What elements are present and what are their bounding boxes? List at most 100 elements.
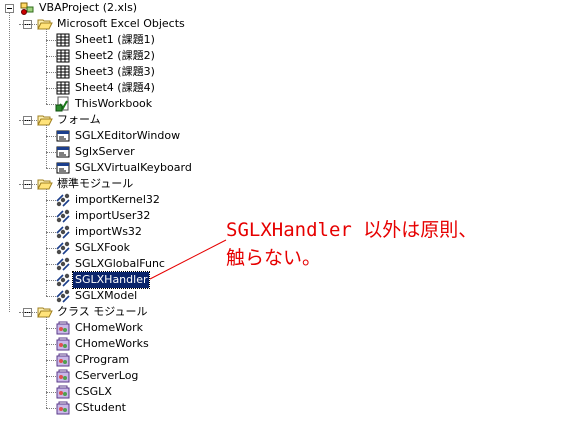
class-module-icon — [55, 400, 71, 416]
tree-connector-line — [46, 29, 47, 104]
folder-open-icon — [37, 16, 53, 32]
tree-folder[interactable]: 標準モジュール — [0, 176, 400, 192]
tree-item-label: ThisWorkbook — [75, 97, 153, 110]
tree-item-label: Sheet1 (課題1) — [75, 33, 155, 46]
tree-item-label: CHomeWork — [75, 321, 144, 334]
module-icon — [55, 288, 71, 304]
tree-item-label: importKernel32 — [75, 193, 160, 206]
annotation-callout: SGLXHandler 以外は原則、 触らない。 — [226, 219, 478, 269]
tree-item-label: 標準モジュール — [57, 177, 134, 190]
tree-connector-line — [46, 232, 56, 233]
module-icon — [55, 272, 71, 288]
tree-folder[interactable]: Microsoft Excel Objects — [0, 16, 400, 32]
tree-item[interactable]: SGLXModel — [0, 288, 400, 304]
tree-item-label: SGLXModel — [75, 289, 138, 302]
tree-connector-line — [9, 13, 10, 312]
folder-open-icon — [37, 176, 53, 192]
tree-connector-line — [46, 408, 56, 409]
tree-item-label: importUser32 — [75, 209, 151, 222]
tree-connector-line — [19, 120, 37, 121]
tree-item[interactable]: Sheet4 (課題4) — [0, 80, 400, 96]
module-icon — [55, 208, 71, 224]
tree-item-label: クラス モジュール — [57, 305, 148, 318]
tree-item[interactable]: CStudent — [0, 400, 400, 416]
tree-connector-line — [46, 248, 56, 249]
userform-icon — [55, 128, 71, 144]
tree-item[interactable]: SGLXHandler — [0, 271, 400, 289]
tree-connector-line — [46, 392, 56, 393]
tree-connector-line — [46, 317, 47, 408]
tree-item[interactable]: Sheet2 (課題2) — [0, 48, 400, 64]
tree-item[interactable]: CSGLX — [0, 384, 400, 400]
tree-connector-line — [19, 24, 37, 25]
tree-item-label: Sheet2 (課題2) — [75, 49, 155, 62]
tree-folder[interactable]: クラス モジュール — [0, 304, 400, 320]
tree-connector-line — [46, 152, 56, 153]
module-icon — [55, 240, 71, 256]
project-icon — [19, 0, 35, 16]
tree-connector-line — [46, 280, 56, 281]
worksheet-icon — [55, 64, 71, 80]
tree-item[interactable]: CServerLog — [0, 368, 400, 384]
tree-item[interactable]: SglxServer — [0, 144, 400, 160]
tree-connector-line — [46, 136, 56, 137]
tree-item[interactable]: SGLXVirtualKeyboard — [0, 160, 400, 176]
tree-connector-line — [46, 72, 56, 73]
tree-connector-line — [46, 56, 56, 57]
userform-icon — [55, 144, 71, 160]
tree-item-label: CStudent — [75, 401, 126, 414]
tree-connector-line — [46, 328, 56, 329]
worksheet-icon — [55, 48, 71, 64]
worksheet-icon — [55, 80, 71, 96]
class-module-icon — [55, 336, 71, 352]
tree-item[interactable]: Sheet1 (課題1) — [0, 32, 400, 48]
module-icon — [55, 224, 71, 240]
folder-open-icon — [37, 304, 53, 320]
tree-item[interactable]: importKernel32 — [0, 192, 400, 208]
tree-item-label: SGLXHandler — [71, 271, 151, 289]
tree-connector-line — [46, 376, 56, 377]
workbook-icon — [55, 96, 71, 112]
tree-item[interactable]: CHomeWorks — [0, 336, 400, 352]
class-module-icon — [55, 384, 71, 400]
tree-item[interactable]: CHomeWork — [0, 320, 400, 336]
tree-item-label: Sheet3 (課題3) — [75, 65, 155, 78]
tree-item-label: importWs32 — [75, 225, 142, 238]
tree-item-label: SglxServer — [75, 145, 135, 158]
tree-connector-line — [46, 200, 56, 201]
folder-open-icon — [37, 112, 53, 128]
tree-item[interactable]: SGLXEditorWindow — [0, 128, 400, 144]
tree-item-label: CHomeWorks — [75, 337, 149, 350]
tree-connector-line — [46, 104, 56, 105]
tree-connector-line — [46, 360, 56, 361]
collapse-toggle-icon[interactable] — [5, 4, 14, 13]
tree-connector-line — [46, 125, 47, 168]
tree-item-label: CSGLX — [75, 385, 112, 398]
tree-item-label: SGLXGlobalFunc — [75, 257, 165, 270]
tree-item-label: SGLXVirtualKeyboard — [75, 161, 192, 174]
tree-item-label: CServerLog — [75, 369, 139, 382]
tree-item[interactable]: CProgram — [0, 352, 400, 368]
tree-connector-line — [19, 184, 37, 185]
tree-item-label: Microsoft Excel Objects — [57, 17, 185, 30]
tree-connector-line — [46, 40, 56, 41]
tree-folder[interactable]: フォーム — [0, 112, 400, 128]
tree-connector-line — [46, 216, 56, 217]
module-icon — [55, 256, 71, 272]
tree-connector-line — [46, 296, 56, 297]
tree-item[interactable]: ThisWorkbook — [0, 96, 400, 112]
tree-root-project[interactable]: VBAProject (2.xls) — [0, 0, 400, 16]
tree-connector-line — [46, 189, 47, 296]
tree-connector-line — [46, 168, 56, 169]
tree-connector-line — [46, 344, 56, 345]
tree-item-label: SGLXEditorWindow — [75, 129, 181, 142]
tree-connector-line — [19, 312, 37, 313]
tree-item-label: SGLXFook — [75, 241, 130, 254]
userform-icon — [55, 160, 71, 176]
module-icon — [55, 192, 71, 208]
tree-connector-line — [46, 264, 56, 265]
tree-item[interactable]: Sheet3 (課題3) — [0, 64, 400, 80]
tree-connector-line — [46, 88, 56, 89]
tree-item-label: フォーム — [57, 113, 101, 126]
class-module-icon — [55, 352, 71, 368]
